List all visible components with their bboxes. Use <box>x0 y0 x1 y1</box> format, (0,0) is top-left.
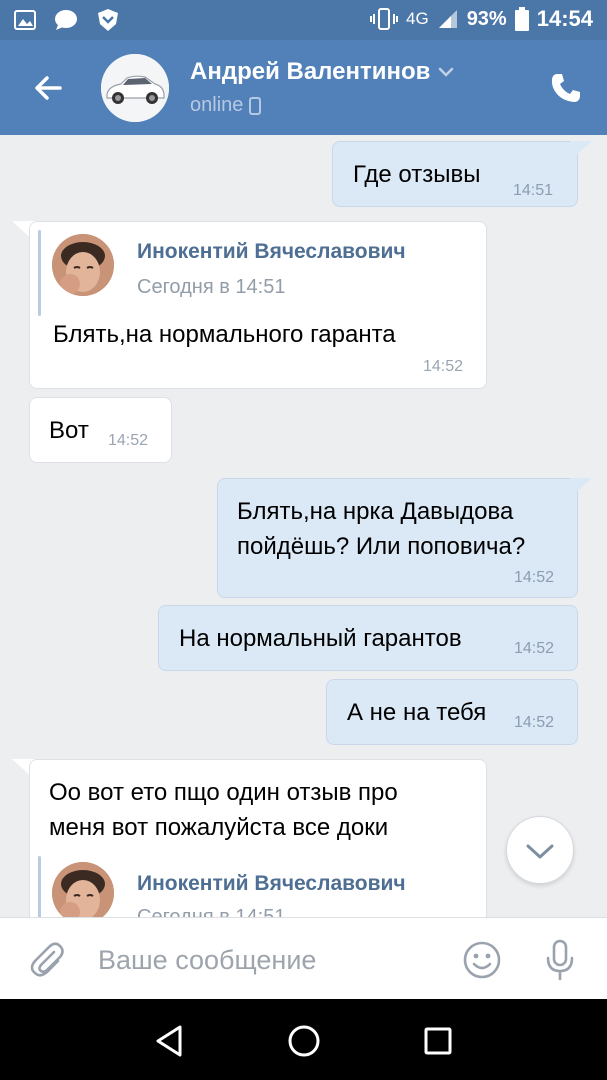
battery-icon <box>514 7 529 31</box>
chevron-down-icon <box>439 67 454 77</box>
battery-percent: 93% <box>466 7 507 30</box>
message-text: А не на тебя <box>347 699 487 726</box>
message-text: Вот <box>49 417 89 444</box>
message-time: 14:52 <box>514 569 555 586</box>
shield-icon <box>98 9 118 31</box>
contact-name-text: Андрей Валентинов <box>190 58 431 85</box>
message-text: Блять,на нормального гаранта <box>53 321 396 348</box>
message-incoming[interactable]: Оо вот ето пщо один отзыв про меня вот п… <box>29 759 487 917</box>
forwarded-author-avatar[interactable] <box>52 862 114 917</box>
message-time: 14:51 <box>513 182 554 199</box>
online-status-text: online <box>190 94 244 116</box>
emoji-icon[interactable] <box>462 940 502 980</box>
chat-header: Андрей Валентинов online <box>0 40 607 135</box>
message-input[interactable] <box>96 938 440 982</box>
nav-home-icon[interactable] <box>284 1021 324 1061</box>
scroll-to-bottom-button[interactable] <box>506 816 574 884</box>
paperclip-icon[interactable] <box>28 940 66 978</box>
person-avatar-image <box>52 234 114 296</box>
forward-bar <box>38 230 41 316</box>
forwarded-author-name[interactable]: Инокентий Вячеславович <box>137 240 406 264</box>
message-outgoing[interactable]: А не на тебя 14:52 <box>326 679 578 745</box>
message-text: Где отзывы <box>353 161 481 188</box>
message-outgoing[interactable]: Блять,на нрка Давыдова пойдёшь? Или попо… <box>217 478 578 598</box>
person-avatar-image <box>52 862 114 917</box>
message-incoming[interactable]: Вот 14:52 <box>29 397 172 463</box>
network-type: 4G <box>406 9 429 28</box>
gallery-icon <box>14 10 36 30</box>
mobile-device-icon <box>249 96 262 115</box>
message-incoming[interactable]: Инокентий Вячеславович Сегодня в 14:51 Б… <box>29 221 487 389</box>
nav-recents-icon[interactable] <box>418 1021 458 1061</box>
forwarded-date: Сегодня в 14:51 <box>137 276 286 298</box>
message-time: 14:52 <box>108 432 149 449</box>
status-bar: 4G 93% 14:54 <box>0 0 607 40</box>
nav-back-icon[interactable] <box>150 1021 190 1061</box>
message-outgoing[interactable]: Где отзывы 14:51 <box>332 141 578 207</box>
car-avatar-image <box>101 54 169 122</box>
message-text-line-1: Оо вот ето пщо один отзыв про <box>49 779 398 806</box>
forward-bar <box>38 856 41 917</box>
message-time: 14:52 <box>514 640 555 657</box>
clock: 14:54 <box>536 6 593 31</box>
system-navigation-bar <box>0 999 607 1080</box>
forwarded-author-name[interactable]: Инокентий Вячеславович <box>137 872 406 896</box>
phone-call-icon[interactable] <box>548 70 584 106</box>
message-composer <box>0 917 607 1000</box>
message-text-line-1: Блять,на нрка Давыдова <box>237 498 514 525</box>
message-text: На нормальный гарантов <box>179 625 462 652</box>
bubble-tail <box>570 141 592 159</box>
contact-status: online <box>190 94 262 117</box>
forwarded-author-avatar[interactable] <box>52 234 114 296</box>
contact-name[interactable]: Андрей Валентинов <box>190 58 454 86</box>
chat-bubble-icon <box>55 10 77 30</box>
back-arrow-icon[interactable] <box>30 70 66 106</box>
contact-avatar[interactable] <box>101 54 169 122</box>
microphone-icon[interactable] <box>540 938 580 982</box>
message-text-line-2: меня вот пожалуйста все доки <box>49 814 389 841</box>
message-text-line-2: пойдёшь? Или поповича? <box>237 533 526 560</box>
bubble-tail <box>570 478 592 496</box>
forwarded-date: Сегодня в 14:51 <box>137 906 286 917</box>
message-time: 14:52 <box>423 358 464 375</box>
chevron-down-icon <box>526 844 554 859</box>
message-list[interactable]: Где отзывы 14:51 Инокентий Вячеславович … <box>0 135 607 917</box>
message-time: 14:52 <box>514 714 555 731</box>
signal-icon <box>438 10 457 28</box>
vibrate-icon <box>370 8 398 30</box>
message-outgoing[interactable]: На нормальный гарантов 14:52 <box>158 605 578 671</box>
